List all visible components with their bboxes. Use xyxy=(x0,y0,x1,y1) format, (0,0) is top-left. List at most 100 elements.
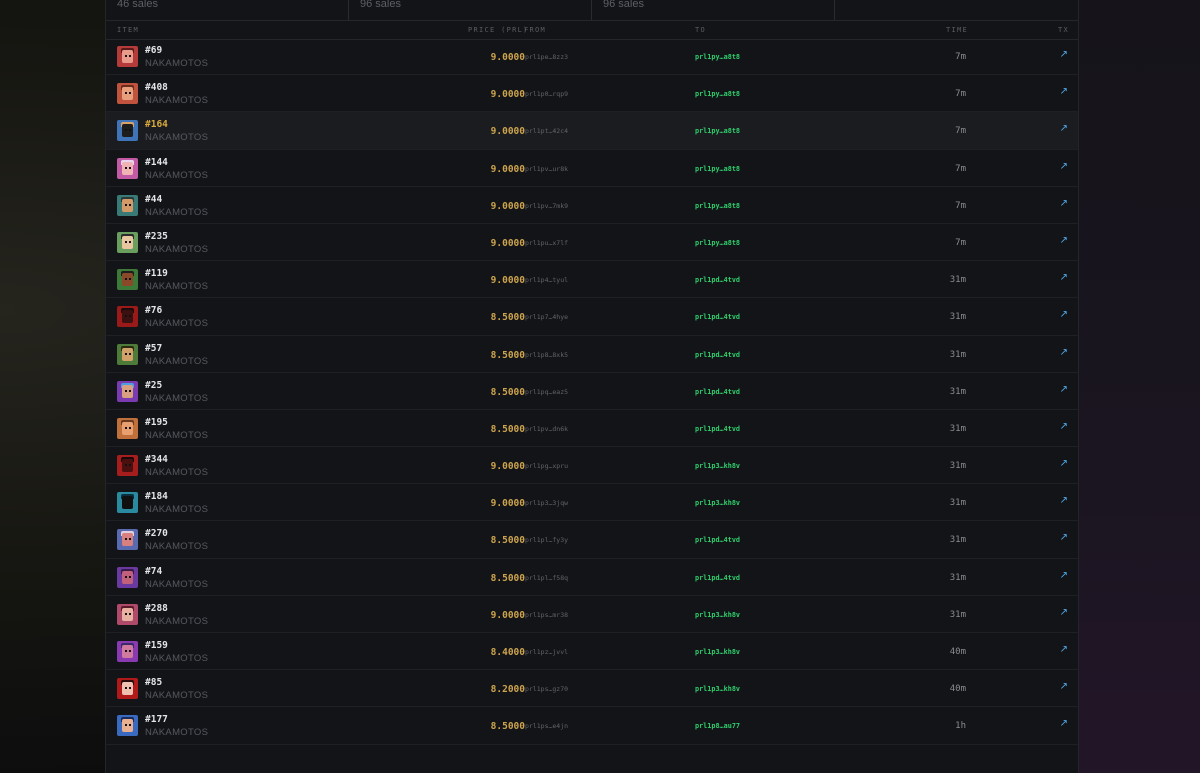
item-number[interactable]: #344 xyxy=(145,454,168,465)
external-link-icon[interactable]: ↗ xyxy=(1060,86,1068,97)
from-address[interactable]: prl1pv…7mk9 xyxy=(525,202,568,210)
item-number[interactable]: #144 xyxy=(145,157,168,168)
table-row[interactable]: #76 NAKAMOTOS 8.5000 prl1p7…4hye prl1pd…4tvd… xyxy=(106,298,1078,336)
to-address[interactable]: prl1p8…au77 xyxy=(695,722,740,730)
external-link-icon[interactable]: ↗ xyxy=(1060,718,1068,729)
table-row[interactable]: #159 NAKAMOTOS 8.4000 prl1pz…jvvl prl1p3…kh8… xyxy=(106,633,1078,671)
table-row[interactable]: #270 NAKAMOTOS 8.5000 prl1pl…fy3y prl1pd…4tv… xyxy=(106,521,1078,559)
from-address[interactable]: prl1pg…xpru xyxy=(525,462,568,470)
to-address[interactable]: prl1p3…kh8v xyxy=(695,611,740,619)
table-row[interactable]: #44 NAKAMOTOS 9.0000 prl1pv…7mk9 prl1py…a8t8… xyxy=(106,187,1078,224)
item-number[interactable]: #195 xyxy=(145,417,168,428)
from-address[interactable]: prl1p0…rqp9 xyxy=(525,90,568,98)
to-address[interactable]: prl1pd…4tvd xyxy=(695,574,740,582)
table-row[interactable]: #408 NAKAMOTOS 9.0000 prl1p0…rqp9 prl1py…a8t… xyxy=(106,75,1078,113)
to-address[interactable]: prl1pd…4tvd xyxy=(695,388,740,396)
to-address[interactable]: prl1pd…4tvd xyxy=(695,351,740,359)
to-address[interactable]: prl1py…a8t8 xyxy=(695,90,740,98)
to-address[interactable]: prl1p3…kh8v xyxy=(695,648,740,656)
table-row[interactable]: #57 NAKAMOTOS 8.5000 prl1p8…8xk5 prl1pd…4tvd… xyxy=(106,336,1078,373)
from-address[interactable]: prl1pe…8zz3 xyxy=(525,53,568,61)
from-address[interactable]: prl1pv…ur8k xyxy=(525,165,568,173)
item-number[interactable]: #159 xyxy=(145,640,168,651)
to-address[interactable]: prl1py…a8t8 xyxy=(695,202,740,210)
table-row[interactable]: #288 NAKAMOTOS 9.0000 prl1ps…mr38 prl1p3…kh8… xyxy=(106,596,1078,633)
to-address[interactable]: prl1pd…4tvd xyxy=(695,425,740,433)
item-number[interactable]: #25 xyxy=(145,380,162,391)
table-row[interactable]: #195 NAKAMOTOS 8.5000 prl1pv…dn6k prl1pd…4tv… xyxy=(106,410,1078,448)
table-row[interactable]: #344 NAKAMOTOS 9.0000 prl1pg…xpru prl1p3…kh8… xyxy=(106,447,1078,485)
item-number[interactable]: #270 xyxy=(145,528,168,539)
item-collection: NAKAMOTOS xyxy=(145,392,209,404)
to-address[interactable]: prl1pd…4tvd xyxy=(695,313,740,321)
from-address[interactable]: prl1ps…mr38 xyxy=(525,611,568,619)
to-address[interactable]: prl1py…a8t8 xyxy=(695,53,740,61)
to-address[interactable]: prl1p3…kh8v xyxy=(695,462,740,470)
external-link-icon[interactable]: ↗ xyxy=(1060,309,1068,320)
from-address[interactable]: prl1pl…f58q xyxy=(525,574,568,582)
external-link-icon[interactable]: ↗ xyxy=(1060,235,1068,246)
item-number[interactable]: #44 xyxy=(145,194,162,205)
external-link-icon[interactable]: ↗ xyxy=(1060,644,1068,655)
external-link-icon[interactable]: ↗ xyxy=(1060,49,1068,60)
to-address[interactable]: prl1p3…kh8v xyxy=(695,499,740,507)
nft-thumbnail xyxy=(117,306,138,328)
item-number[interactable]: #164 xyxy=(145,119,168,130)
table-row[interactable]: #119 NAKAMOTOS 9.0000 prl1p4…tyul prl1pd…4tv… xyxy=(106,261,1078,299)
from-address[interactable]: prl1pl…fy3y xyxy=(525,536,568,544)
item-number[interactable]: #184 xyxy=(145,491,168,502)
table-row[interactable]: #177 NAKAMOTOS 8.5000 prl1ps…e4jn prl1p8…au7… xyxy=(106,707,1078,745)
external-link-icon[interactable]: ↗ xyxy=(1060,123,1068,134)
item-number[interactable]: #288 xyxy=(145,603,168,614)
from-address[interactable]: prl1pu…x7lf xyxy=(525,239,568,247)
external-link-icon[interactable]: ↗ xyxy=(1060,532,1068,543)
to-address[interactable]: prl1pd…4tvd xyxy=(695,276,740,284)
external-link-icon[interactable]: ↗ xyxy=(1060,495,1068,506)
from-address[interactable]: prl1pv…dn6k xyxy=(525,425,568,433)
item-number[interactable]: #119 xyxy=(145,268,168,279)
from-address[interactable]: prl1pt…42c4 xyxy=(525,127,568,135)
sale-price: 9.0000 xyxy=(490,275,525,287)
external-link-icon[interactable]: ↗ xyxy=(1060,198,1068,209)
item-number[interactable]: #57 xyxy=(145,343,162,354)
from-address[interactable]: prl1pz…jvvl xyxy=(525,648,568,656)
from-address[interactable]: prl1ps…e4jn xyxy=(525,722,568,730)
external-link-icon[interactable]: ↗ xyxy=(1060,272,1068,283)
table-row[interactable]: #144 NAKAMOTOS 9.0000 prl1pv…ur8k prl1py…a8t… xyxy=(106,150,1078,187)
item-number[interactable]: #69 xyxy=(145,45,162,56)
external-link-icon[interactable]: ↗ xyxy=(1060,607,1068,618)
to-address[interactable]: prl1pd…4tvd xyxy=(695,536,740,544)
item-number[interactable]: #85 xyxy=(145,677,162,688)
external-link-icon[interactable]: ↗ xyxy=(1060,161,1068,172)
to-address[interactable]: prl1py…a8t8 xyxy=(695,239,740,247)
table-row[interactable]: #164 NAKAMOTOS 9.0000 prl1pt…42c4 prl1py…a8t… xyxy=(106,112,1078,150)
item-number[interactable]: #74 xyxy=(145,566,162,577)
external-link-icon[interactable]: ↗ xyxy=(1060,384,1068,395)
item-number[interactable]: #177 xyxy=(145,714,168,725)
table-row[interactable]: #69 NAKAMOTOS 9.0000 prl1pe…8zz3 prl1py…a8t8… xyxy=(106,38,1078,76)
from-address[interactable]: prl1p3…3jqw xyxy=(525,499,568,507)
from-address[interactable]: prl1ps…gz70 xyxy=(525,685,568,693)
external-link-icon[interactable]: ↗ xyxy=(1060,570,1068,581)
external-link-icon[interactable]: ↗ xyxy=(1060,347,1068,358)
to-address[interactable]: prl1py…a8t8 xyxy=(695,165,740,173)
item-number[interactable]: #235 xyxy=(145,231,168,242)
table-row[interactable]: #235 NAKAMOTOS 9.0000 prl1pu…x7lf prl1py…a8t… xyxy=(106,224,1078,262)
table-row[interactable]: #74 NAKAMOTOS 8.5000 prl1pl…f58q prl1pd…4tvd… xyxy=(106,559,1078,596)
from-address[interactable]: prl1p4…tyul xyxy=(525,276,568,284)
external-link-icon[interactable]: ↗ xyxy=(1060,458,1068,469)
table-row[interactable]: #184 NAKAMOTOS 9.0000 prl1p3…3jqw prl1p3…kh8… xyxy=(106,484,1078,522)
to-address[interactable]: prl1p3…kh8v xyxy=(695,685,740,693)
table-row[interactable]: #25 NAKAMOTOS 8.5000 prl1pq…eaz5 prl1pd…4tvd… xyxy=(106,373,1078,410)
external-link-icon[interactable]: ↗ xyxy=(1060,681,1068,692)
from-address[interactable]: prl1pq…eaz5 xyxy=(525,388,568,396)
stat-cell: 96 sales xyxy=(349,0,592,20)
from-address[interactable]: prl1p7…4hye xyxy=(525,313,568,321)
to-address[interactable]: prl1py…a8t8 xyxy=(695,127,740,135)
table-row[interactable]: #85 NAKAMOTOS 8.2000 prl1ps…gz70 prl1p3…kh8v… xyxy=(106,670,1078,708)
from-address[interactable]: prl1p8…8xk5 xyxy=(525,351,568,359)
item-number[interactable]: #76 xyxy=(145,305,162,316)
item-collection: NAKAMOTOS xyxy=(145,318,209,330)
external-link-icon[interactable]: ↗ xyxy=(1060,421,1068,432)
item-number[interactable]: #408 xyxy=(145,82,168,93)
